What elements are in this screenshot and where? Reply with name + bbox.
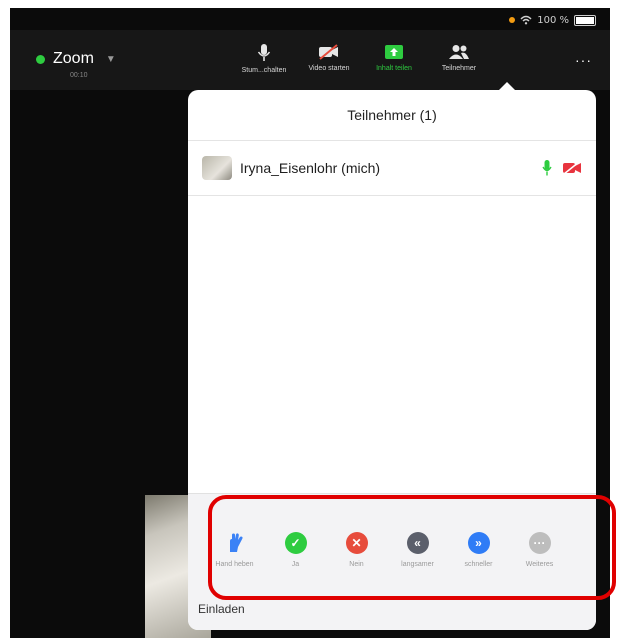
invite-button[interactable]: Einladen [198, 602, 245, 616]
highlight-box [208, 495, 616, 600]
video-start-label: Video starten [308, 65, 350, 72]
video-start-button[interactable]: Video starten [294, 44, 364, 72]
microphone-icon [257, 44, 271, 61]
participant-name: Iryna_Eisenlohr (mich) [240, 160, 381, 176]
participants-icon [449, 45, 469, 59]
battery-icon [574, 14, 596, 26]
participant-row[interactable]: Iryna_Eisenlohr (mich) [188, 141, 596, 196]
wifi-icon [520, 15, 532, 25]
chevron-down-icon: ▼ [105, 53, 116, 65]
share-content-button[interactable]: Inhalt teilen [359, 44, 429, 72]
share-content-icon [385, 45, 403, 59]
microphone-on-icon [542, 160, 552, 176]
avatar [202, 156, 232, 180]
mute-label: Stum...chalten [241, 67, 287, 74]
meeting-title-button[interactable]: Zoom ▼ [36, 50, 116, 68]
meeting-time: 00:10 [70, 72, 88, 79]
meeting-title: Zoom [53, 50, 94, 67]
video-off-icon [319, 44, 338, 60]
meeting-toolbar: Zoom ▼ 00:10 Stum...chalten Video starte… [10, 30, 610, 90]
mute-button[interactable]: Stum...chalten [229, 44, 299, 74]
battery-percent: 100 % [537, 14, 569, 26]
secure-status-icon [36, 54, 45, 64]
more-options-button[interactable]: ··· [575, 52, 592, 68]
participants-button[interactable]: Teilnehmer [424, 44, 494, 72]
video-off-icon [563, 161, 581, 175]
status-bar: 100 % [509, 13, 596, 27]
participant-status-icons [542, 160, 582, 176]
panel-title: Teilnehmer (1) [188, 90, 596, 141]
participants-label: Teilnehmer [441, 65, 477, 72]
recording-indicator-icon [509, 17, 516, 23]
share-content-label: Inhalt teilen [376, 65, 412, 72]
